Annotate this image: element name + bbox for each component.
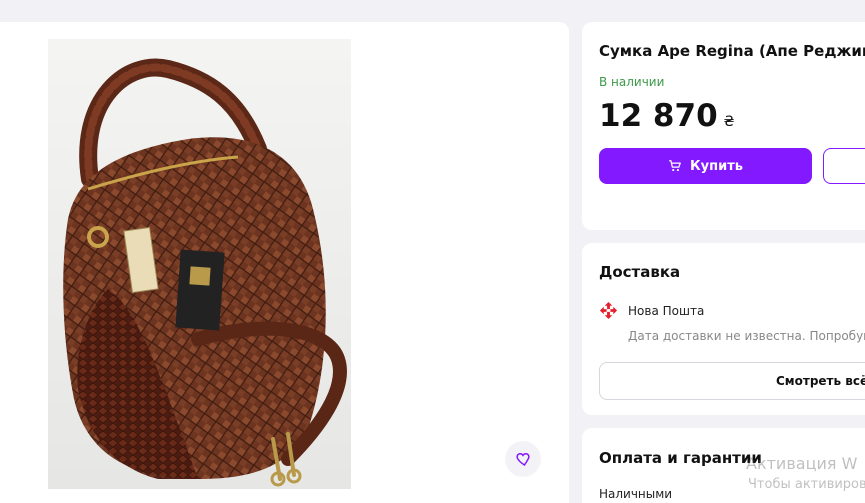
- delivery-note: Дата доставки не известна. Попробуйте в: [628, 329, 865, 343]
- carrier-row: Нова Пошта: [599, 301, 704, 320]
- price: 12 870 ₴: [599, 98, 735, 134]
- payment-method-cash: Наличными: [599, 487, 673, 501]
- favorite-button[interactable]: [505, 441, 541, 477]
- stock-status: В наличии: [599, 75, 665, 89]
- nova-poshta-logo: [599, 301, 618, 320]
- price-value: 12 870: [599, 98, 718, 134]
- product-image[interactable]: [48, 39, 351, 489]
- secondary-purchase-button[interactable]: [823, 148, 865, 184]
- activation-watermark-subtitle: Чтобы активиров: [748, 477, 865, 492]
- see-all-button[interactable]: Смотреть всё: [599, 362, 865, 400]
- activation-watermark-title: Активация W: [746, 454, 858, 473]
- heart-icon: [516, 452, 530, 467]
- buy-button-label: Купить: [690, 158, 743, 174]
- carrier-name: Нова Пошта: [628, 303, 705, 318]
- cart-icon: [669, 160, 681, 172]
- delivery-card: Доставка Нова Пошта Дата доставки не изв…: [582, 243, 865, 415]
- payment-heading: Оплата и гарантии: [599, 449, 762, 467]
- product-title: Сумка Ape Regina (Апе Реджина): [599, 42, 865, 60]
- delivery-heading: Доставка: [599, 263, 681, 281]
- buy-button[interactable]: Купить: [599, 148, 812, 184]
- product-gallery: [0, 22, 569, 503]
- product-info-card: Сумка Ape Regina (Апе Реджина) В наличии…: [582, 22, 865, 230]
- price-currency: ₴: [723, 114, 735, 130]
